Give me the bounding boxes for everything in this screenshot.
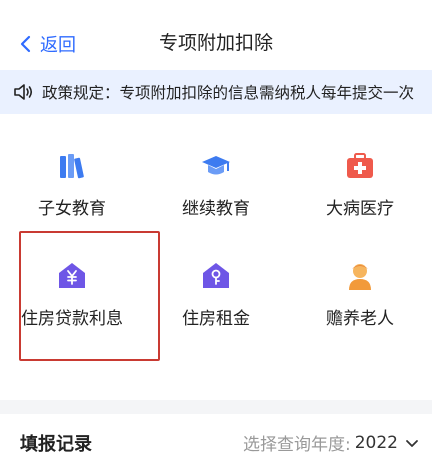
policy-notice: 政策规定：专项附加扣除的信息需纳税人每年提交一次: [0, 70, 432, 114]
year-selector-label: 选择查询年度:: [243, 435, 351, 455]
deduction-label: 继续教育: [182, 199, 250, 219]
year-value: 2022: [354, 432, 398, 453]
top-bar: 返回 专项附加扣除: [0, 0, 432, 70]
medical-kit-icon: [347, 153, 373, 178]
notice-text: 政策规定：专项附加扣除的信息需纳税人每年提交一次: [42, 84, 415, 102]
deduction-label: 子女教育: [38, 199, 106, 219]
records-title: 填报记录: [20, 434, 92, 455]
deduction-item-elderly-support[interactable]: 赡养老人: [288, 260, 432, 380]
graduation-cap-icon: [202, 156, 230, 175]
elder-icon: [349, 264, 371, 290]
books-icon: [60, 154, 84, 179]
speaker-icon: [14, 84, 33, 100]
highlight-box: [19, 231, 160, 361]
chevron-down-icon: [406, 439, 418, 447]
page-title: 专项附加扣除: [158, 32, 273, 54]
year-selector[interactable]: 选择查询年度: 2022: [243, 430, 420, 455]
deduction-item-serious-illness[interactable]: 大病医疗: [288, 150, 432, 270]
deduction-label: 大病医疗: [326, 199, 394, 219]
deduction-label: 住房租金: [182, 309, 250, 329]
house-key-icon: [203, 263, 229, 288]
deduction-label: 赡养老人: [326, 309, 394, 329]
deduction-item-continuing-education[interactable]: 继续教育: [144, 150, 288, 270]
deduction-item-housing-rent[interactable]: 住房租金: [144, 260, 288, 380]
filing-records-section: 填报记录 选择查询年度: 2022: [0, 414, 432, 470]
